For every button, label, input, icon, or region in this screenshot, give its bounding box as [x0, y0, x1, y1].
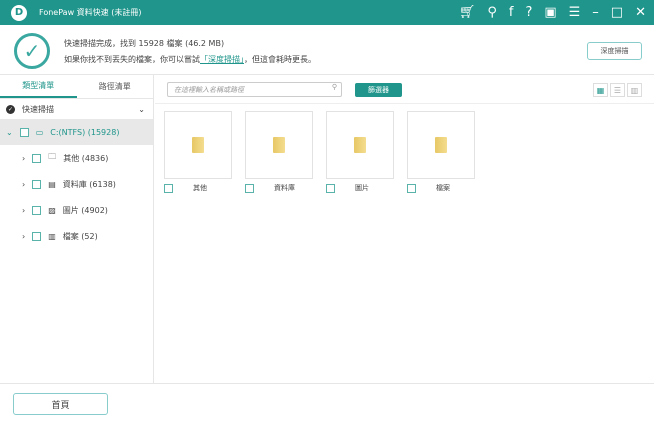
- tree-item-label: 資料庫 (6138): [62, 179, 116, 189]
- tile-label: 檔案: [436, 184, 450, 192]
- folder-tile[interactable]: 圖片: [326, 111, 394, 193]
- folder-icon: [354, 137, 366, 153]
- save-icon[interactable]: ▣: [544, 5, 556, 20]
- title-bar: D FonePaw 資料快速 (未註冊) 🛒︎ ⚲ f ? ▣ ☰ – □ ✕: [0, 0, 654, 25]
- folder-icon: 🗀: [48, 152, 57, 161]
- home-button[interactable]: 首頁: [13, 393, 108, 415]
- chevron-down-icon: ⌄: [138, 104, 145, 114]
- minimize-icon[interactable]: –: [592, 5, 599, 20]
- scan-summary: ✓ 快速掃描完成，找到 15928 檔案 (46.2 MB) 如果你找不到丟失的…: [0, 25, 654, 75]
- checkbox[interactable]: [245, 183, 254, 193]
- facebook-icon[interactable]: f: [509, 5, 514, 20]
- scan-mode-dropdown[interactable]: ✓ 快速掃描 ⌄: [0, 99, 153, 119]
- folder-tile[interactable]: 其他: [164, 111, 232, 193]
- search-placeholder: 在這裡輸入名稱或路徑: [174, 85, 244, 94]
- filter-button[interactable]: 篩選器: [355, 83, 402, 97]
- menu-icon[interactable]: ☰: [569, 5, 581, 20]
- database-icon: ▤: [48, 179, 56, 189]
- footer: 首頁: [0, 383, 654, 421]
- check-circle-icon: ✓: [14, 33, 50, 69]
- tree-item-document[interactable]: › ▥ 檔案 (52): [0, 223, 153, 249]
- scan-hint-text: 如果你找不到丟失的檔案，你可以嘗試「深度掃描」，但這會耗時更長。: [64, 54, 316, 65]
- chevron-down-icon[interactable]: ⌄: [6, 128, 13, 137]
- hint-post: ，但這會耗時更長。: [244, 55, 316, 64]
- tree-item-image[interactable]: › ▨ 圖片 (4902): [0, 197, 153, 223]
- deep-scan-button[interactable]: 深度掃描: [587, 42, 642, 60]
- search-icon[interactable]: ⚲: [332, 83, 337, 91]
- sidebar: 類型清單 路徑清單 ✓ 快速掃描 ⌄ ⌄ ▭ C:(NTFS) (15928) …: [0, 75, 154, 383]
- checkbox[interactable]: [32, 153, 42, 163]
- scan-mode-label: 快速掃描: [22, 104, 54, 114]
- checkbox[interactable]: [32, 179, 42, 189]
- tree-item-label: 其他 (4836): [63, 153, 109, 163]
- image-icon: ▨: [48, 205, 56, 215]
- close-icon[interactable]: ✕: [635, 5, 646, 20]
- checkbox[interactable]: [407, 183, 416, 193]
- tile-label: 資料庫: [274, 184, 295, 192]
- maximize-icon[interactable]: □: [611, 5, 623, 20]
- checkbox[interactable]: [19, 127, 29, 137]
- key-icon[interactable]: ⚲: [487, 5, 497, 20]
- checkbox[interactable]: [32, 231, 42, 241]
- content-area: 在這裡輸入名稱或路徑 ⚲ 篩選器 ▦ ☰ ▥ 其他 資料庫 圖片 檔案: [155, 75, 654, 383]
- folder-icon: [435, 137, 447, 153]
- divider: [155, 103, 654, 104]
- chevron-right-icon[interactable]: ›: [22, 206, 25, 215]
- checkbox[interactable]: [32, 205, 42, 215]
- document-icon: ▥: [48, 231, 56, 241]
- app-title: FonePaw 資料快速 (未註冊): [39, 8, 142, 17]
- drive-icon: ▭: [35, 127, 44, 137]
- checkbox[interactable]: [326, 183, 335, 193]
- folder-icon: [192, 137, 204, 153]
- folder-icon: [273, 137, 285, 153]
- tree-item-label: 圖片 (4902): [62, 205, 108, 215]
- app-logo-icon: D: [11, 4, 27, 21]
- detail-view-icon[interactable]: ▥: [627, 83, 642, 97]
- tree-item-drive[interactable]: ⌄ ▭ C:(NTFS) (15928): [0, 119, 153, 145]
- tab-path-list[interactable]: 路徑清單: [77, 75, 154, 98]
- scan-result-text: 快速掃描完成，找到 15928 檔案 (46.2 MB): [64, 39, 225, 48]
- chevron-right-icon[interactable]: ›: [22, 232, 25, 241]
- chevron-right-icon[interactable]: ›: [22, 180, 25, 189]
- chevron-right-icon[interactable]: ›: [22, 154, 25, 163]
- tree-item-label: 檔案 (52): [62, 231, 98, 241]
- search-input[interactable]: 在這裡輸入名稱或路徑 ⚲: [167, 82, 342, 97]
- folder-tile[interactable]: 檔案: [407, 111, 475, 193]
- tab-type-list[interactable]: 類型清單: [0, 75, 77, 98]
- cart-icon[interactable]: 🛒︎: [459, 5, 476, 20]
- checkbox[interactable]: [164, 183, 173, 193]
- tree-item-database[interactable]: › ▤ 資料庫 (6138): [0, 171, 153, 197]
- deep-scan-link[interactable]: 「深度掃描」: [200, 55, 244, 64]
- hint-pre: 如果你找不到丟失的檔案，你可以嘗試: [64, 55, 200, 64]
- tile-label: 其他: [193, 184, 207, 192]
- list-view-icon[interactable]: ☰: [610, 83, 625, 97]
- drive-label: C:(NTFS) (15928): [50, 127, 120, 137]
- help-icon[interactable]: ?: [525, 5, 532, 20]
- tree-item-other[interactable]: › 🗀 其他 (4836): [0, 145, 153, 171]
- folder-tile[interactable]: 資料庫: [245, 111, 313, 193]
- grid-view-icon[interactable]: ▦: [593, 83, 608, 97]
- tile-label: 圖片: [355, 184, 369, 192]
- check-icon: ✓: [6, 104, 15, 114]
